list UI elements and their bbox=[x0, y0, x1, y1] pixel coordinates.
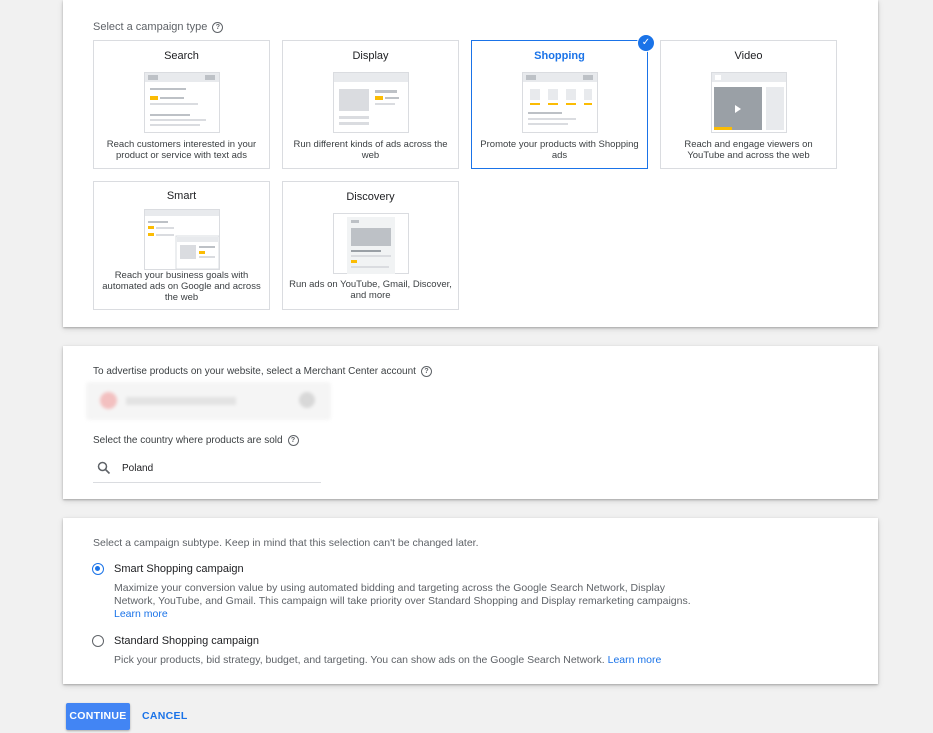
smart-shopping-radio[interactable] bbox=[92, 563, 104, 575]
standard-shopping-title[interactable]: Standard Shopping campaign bbox=[114, 635, 259, 647]
subtype-label: Select a campaign subtype. Keep in mind … bbox=[93, 537, 479, 549]
check-circle-icon: ✓ bbox=[637, 34, 655, 52]
campaign-card-discovery[interactable]: Discovery Run ads on YouTube, Gmail, Dis… bbox=[282, 181, 459, 310]
smart-thumbnail-icon bbox=[143, 209, 220, 270]
campaign-card-display[interactable]: Display Run different kinds of ads acros… bbox=[282, 40, 459, 169]
standard-shopping-learn-more-link[interactable]: Learn more bbox=[608, 654, 662, 666]
help-circle-icon[interactable]: ? bbox=[287, 435, 299, 446]
card-title: Shopping bbox=[534, 50, 585, 62]
search-thumbnail-icon bbox=[143, 72, 220, 133]
merchant-account-label: To advertise products on your website, s… bbox=[93, 366, 432, 377]
card-title: Smart bbox=[166, 190, 197, 202]
merchant-center-panel: To advertise products on your website, s… bbox=[63, 346, 878, 499]
merchant-account-label-text: To advertise products on your website, s… bbox=[93, 366, 416, 377]
card-description: Run different kinds of ads across the we… bbox=[293, 139, 448, 161]
smart-shopping-description: Maximize your conversion value by using … bbox=[114, 582, 704, 621]
campaign-card-video[interactable]: Video Reach and engage viewers on YouTub… bbox=[660, 40, 837, 169]
country-search-input[interactable]: Poland bbox=[93, 456, 321, 483]
video-thumbnail-icon bbox=[710, 72, 787, 133]
card-description: Promote your products with Shopping ads bbox=[480, 139, 639, 161]
shopping-thumbnail-icon bbox=[521, 72, 598, 133]
card-title: Display bbox=[352, 50, 389, 62]
standard-shopping-desc-text: Pick your products, bid strategy, budget… bbox=[114, 654, 605, 666]
country-label-text: Select the country where products are so… bbox=[93, 435, 283, 446]
search-icon bbox=[97, 461, 111, 475]
cancel-button[interactable]: CANCEL bbox=[142, 703, 188, 730]
campaign-type-label: Select a campaign type? bbox=[93, 21, 224, 33]
standard-shopping-radio[interactable] bbox=[92, 635, 104, 647]
card-description: Reach customers interested in your produ… bbox=[106, 139, 257, 161]
card-description: Run ads on YouTube, Gmail, Discover, and… bbox=[289, 279, 452, 301]
country-label: Select the country where products are so… bbox=[93, 435, 299, 446]
campaign-subtype-panel: Select a campaign subtype. Keep in mind … bbox=[63, 518, 878, 684]
continue-button[interactable]: CONTINUE bbox=[66, 703, 130, 730]
help-circle-icon[interactable]: ? bbox=[420, 366, 432, 377]
campaign-type-panel: Select a campaign type? Search Reach cus… bbox=[63, 0, 878, 327]
merchant-account-select[interactable] bbox=[86, 382, 331, 420]
standard-shopping-description: Pick your products, bid strategy, budget… bbox=[114, 654, 834, 667]
smart-shopping-desc-text: Maximize your conversion value by using … bbox=[114, 582, 691, 607]
card-title: Discovery bbox=[346, 191, 395, 203]
card-title: Search bbox=[164, 50, 199, 62]
campaign-card-search[interactable]: Search Reach customers interested in you… bbox=[93, 40, 270, 169]
help-circle-icon[interactable]: ? bbox=[212, 22, 224, 33]
smart-shopping-learn-more-link[interactable]: Learn more bbox=[114, 608, 168, 620]
card-description: Reach your business goals with automated… bbox=[102, 270, 261, 303]
country-value: Poland bbox=[122, 463, 154, 474]
campaign-card-shopping[interactable]: Shopping Promote your products with Shop… bbox=[471, 34, 655, 169]
smart-shopping-title[interactable]: Smart Shopping campaign bbox=[114, 563, 244, 575]
card-title: Video bbox=[734, 50, 763, 62]
card-description: Reach and engage viewers on YouTube and … bbox=[684, 139, 813, 161]
discovery-thumbnail-icon bbox=[332, 213, 409, 274]
display-thumbnail-icon bbox=[332, 72, 409, 133]
campaign-card-smart[interactable]: Smart Reach your business goals with aut… bbox=[93, 181, 270, 310]
campaign-type-label-text: Select a campaign type bbox=[93, 21, 208, 33]
